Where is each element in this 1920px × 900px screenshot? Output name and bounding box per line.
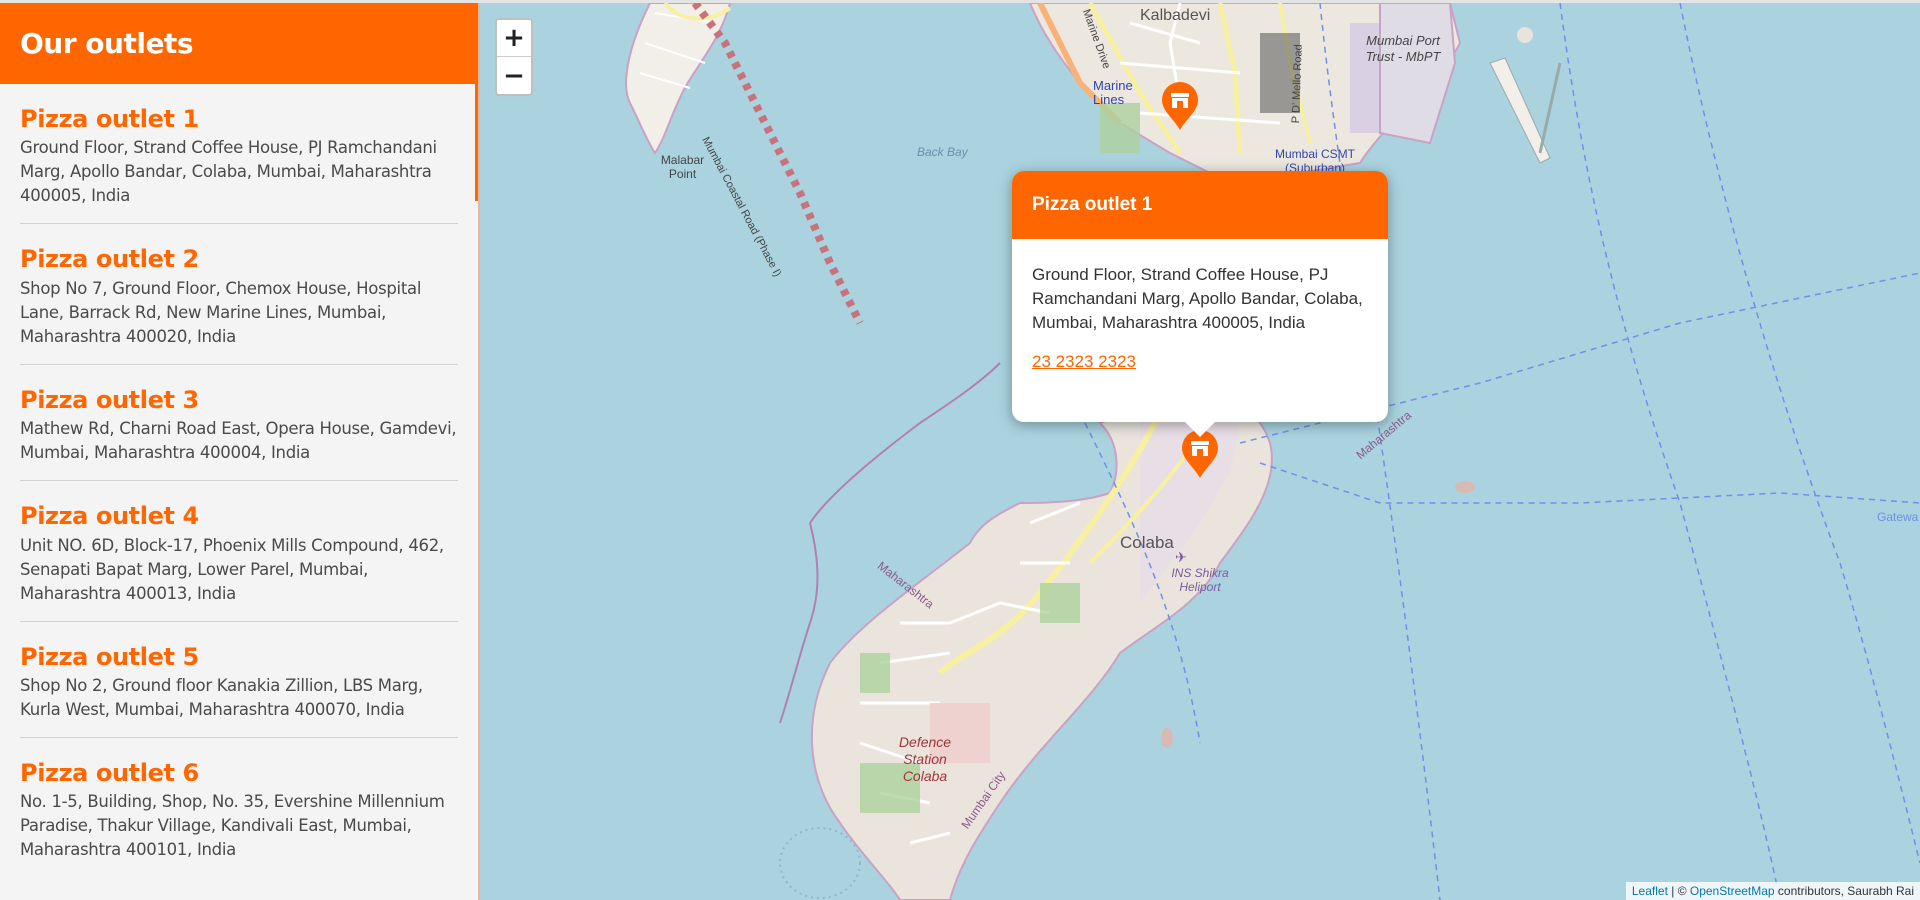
sidebar-title: Our outlets — [20, 27, 194, 60]
zoom-out-button[interactable]: − — [497, 57, 531, 94]
leaflet-link[interactable]: Leaflet — [1632, 884, 1668, 898]
outlet-item-6[interactable]: Pizza outlet 6 No. 1-5, Building, Shop, … — [20, 738, 458, 877]
popup-header: Pizza outlet 1 — [1012, 171, 1388, 239]
zoom-in-button[interactable]: + — [497, 20, 531, 57]
outlet-address: Shop No 7, Ground Floor, Chemox House, H… — [20, 278, 422, 346]
popup-title: Pizza outlet 1 — [1032, 194, 1153, 215]
outlet-popup: Pizza outlet 1 Ground Floor, Strand Coff… — [1012, 171, 1388, 437]
map-label-malabar-point: Malabar Point — [660, 153, 705, 181]
outlet-name: Pizza outlet 6 — [20, 758, 199, 787]
outlet-item-4[interactable]: Pizza outlet 4 Unit NO. 6D, Block-17, Ph… — [20, 481, 458, 622]
outlet-name: Pizza outlet 1 — [20, 105, 199, 133]
zoom-control: + − — [495, 18, 533, 96]
outlet-address: Unit NO. 6D, Block-17, Phoenix Mills Com… — [20, 535, 444, 603]
map-label-marine-lines: Marine Lines — [1093, 78, 1133, 107]
map-label-kalbadevi: Kalbadevi — [1140, 7, 1211, 24]
map-attribution: Leaflet | © OpenStreetMap contributors, … — [1625, 882, 1920, 900]
outlet-name: Pizza outlet 4 — [20, 502, 199, 531]
popup-tip — [1184, 421, 1216, 437]
outlet-address: Ground Floor, Strand Coffee House, PJ Ra… — [20, 138, 437, 206]
map-label-gateway: Gatewa — [1877, 510, 1919, 524]
outlet-item-2[interactable]: Pizza outlet 2 Shop No 7, Ground Floor, … — [20, 224, 458, 365]
airport-icon: ✈ — [1175, 549, 1187, 565]
outlet-marker-2[interactable] — [1160, 81, 1200, 131]
popup-body: Ground Floor, Strand Coffee House, PJ Ra… — [1012, 239, 1388, 372]
outlet-list: Pizza outlet 1 Ground Floor, Strand Coff… — [0, 84, 478, 877]
outlet-name: Pizza outlet 2 — [20, 245, 199, 274]
osm-link[interactable]: OpenStreetMap — [1690, 884, 1775, 898]
map-label-port-trust: Mumbai Port Trust - MbPT — [1365, 33, 1441, 64]
outlet-name: Pizza outlet 3 — [20, 385, 199, 414]
outlet-address: Shop No 2, Ground floor Kanakia Zillion,… — [20, 675, 423, 719]
map-label-ins-shikra: INS Shikra Heliport — [1171, 566, 1229, 594]
outlet-item-3[interactable]: Pizza outlet 3 Mathew Rd, Charni Road Ea… — [20, 365, 458, 482]
attribution-separator: | © — [1667, 884, 1690, 898]
outlets-sidebar: Our outlets Pizza outlet 1 Ground Floor,… — [0, 3, 478, 900]
map-label-defence-station: Defence Station Colaba — [898, 734, 952, 784]
outlet-item-5[interactable]: Pizza outlet 5 Shop No 2, Ground floor K… — [20, 622, 458, 738]
attribution-rest: contributors, Saurabh Rai — [1774, 884, 1914, 898]
map-view[interactable]: Kalbadevi Marine Lines Marine Drive Mumb… — [480, 3, 1920, 900]
shop-icon — [1162, 82, 1198, 130]
popup-phone-link[interactable]: 23 2323 2323 — [1032, 352, 1136, 372]
outlet-item-1[interactable]: Pizza outlet 1 Ground Floor, Strand Coff… — [20, 84, 458, 225]
map-label-back-bay: Back Bay — [917, 145, 968, 159]
popup-address: Ground Floor, Strand Coffee House, PJ Ra… — [1032, 265, 1363, 332]
sidebar-header: Our outlets — [0, 3, 478, 84]
outlet-address: No. 1-5, Building, Shop, No. 35, Evershi… — [20, 792, 445, 860]
map-label-colaba: Colaba — [1120, 533, 1174, 552]
outlet-name: Pizza outlet 5 — [20, 642, 199, 671]
outlet-address: Mathew Rd, Charni Road East, Opera House… — [20, 419, 457, 463]
